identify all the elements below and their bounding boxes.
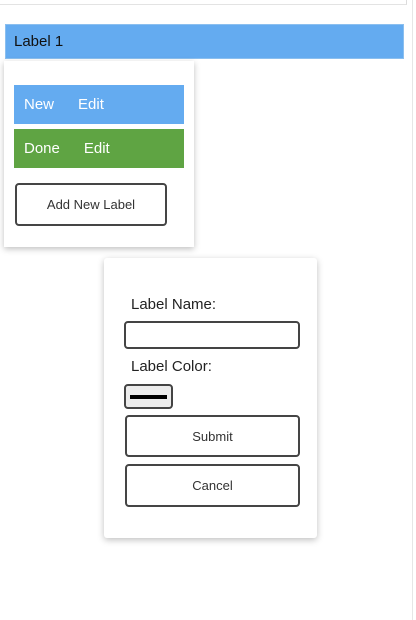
label-color-picker[interactable] <box>124 384 173 409</box>
color-swatch-fill <box>130 394 167 399</box>
label-name-label: Label Name: <box>131 296 217 313</box>
submit-button[interactable]: Submit <box>125 415 300 457</box>
label-color-label: Label Color: <box>131 358 212 375</box>
menu-item-done[interactable]: Done Edit <box>14 129 184 168</box>
menu-item-done-status: Done <box>24 140 60 157</box>
add-new-label-button[interactable]: Add New Label <box>15 183 167 226</box>
menu-item-new[interactable]: New Edit <box>14 85 184 124</box>
label-bar-text: Label 1 <box>14 33 64 50</box>
menu-item-done-edit[interactable]: Edit <box>84 140 110 157</box>
top-frame <box>0 0 407 5</box>
label-menu-panel: New Edit Done Edit Add New Label <box>4 61 194 247</box>
app-canvas: Label 1 New Edit Done Edit Add New Label… <box>0 0 416 620</box>
menu-item-new-edit[interactable]: Edit <box>78 96 104 113</box>
menu-item-new-status: New <box>24 96 55 113</box>
label-bar[interactable]: Label 1 <box>5 24 404 59</box>
scroll-edge <box>412 0 413 620</box>
label-form-dialog: Label Name: Label Color: Submit Cancel <box>104 258 317 538</box>
label-name-input[interactable] <box>124 321 300 349</box>
cancel-button[interactable]: Cancel <box>125 464 300 507</box>
